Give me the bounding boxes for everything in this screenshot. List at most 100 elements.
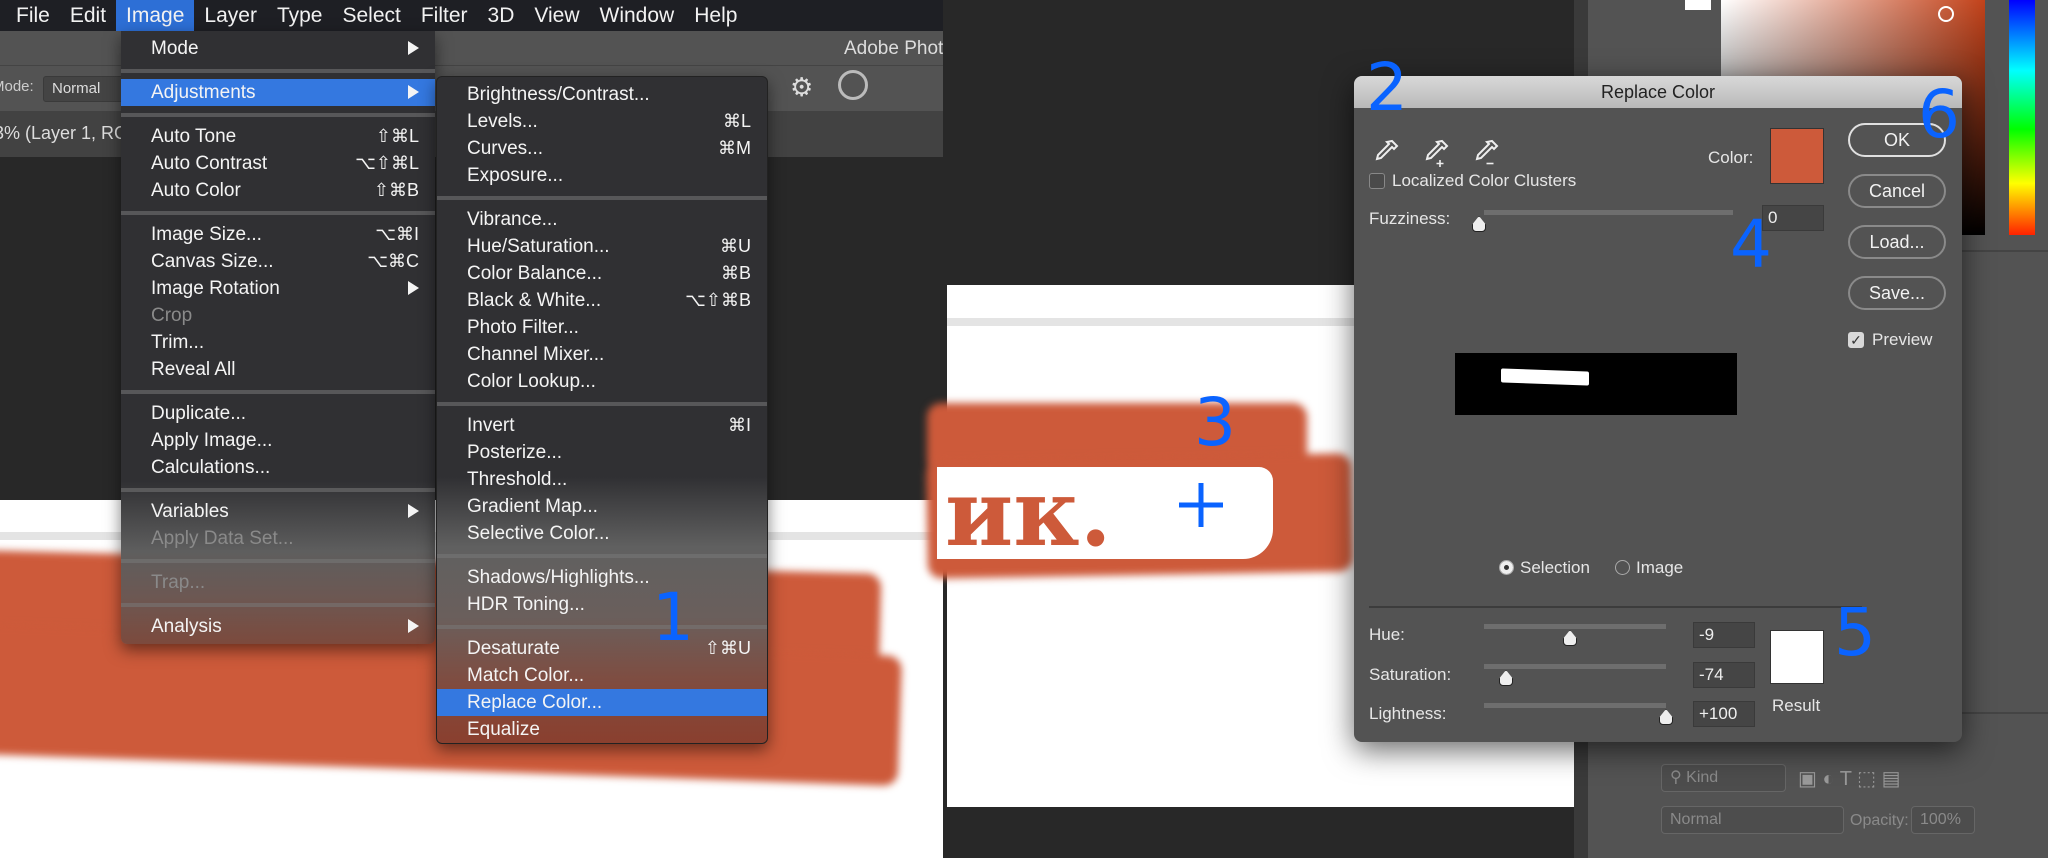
saturation-slider[interactable] bbox=[1484, 664, 1666, 669]
eyedropper-plus-icon[interactable] bbox=[1422, 138, 1450, 168]
lightness-input[interactable]: +100 bbox=[1693, 701, 1755, 727]
lightness-thumb[interactable] bbox=[1659, 709, 1673, 725]
menu-separator bbox=[121, 204, 435, 221]
preview-mask bbox=[1501, 368, 1589, 386]
filter-icons[interactable]: ▣ ◐ T ⬚ ▤ bbox=[1798, 766, 1901, 791]
menu-item-replace-color[interactable]: Replace Color... bbox=[437, 689, 767, 716]
menu-item-variables[interactable]: Variables bbox=[121, 498, 435, 525]
menu-item-exposure[interactable]: Exposure... bbox=[437, 162, 767, 189]
menu-item-posterize[interactable]: Posterize... bbox=[437, 439, 767, 466]
menu-item-label: Image Size... bbox=[151, 224, 262, 245]
menu-item-black-white[interactable]: Black & White... ⌥⇧⌘B bbox=[437, 287, 767, 314]
menu-item-curves[interactable]: Curves... ⌘M bbox=[437, 135, 767, 162]
hue-slider[interactable] bbox=[1484, 624, 1666, 629]
menu-item-equalize[interactable]: Equalize bbox=[437, 716, 767, 743]
fuzziness-thumb[interactable] bbox=[1472, 216, 1486, 232]
menu-item-levels[interactable]: Levels... ⌘L bbox=[437, 108, 767, 135]
foreground-swatch[interactable] bbox=[1685, 0, 1711, 10]
saturation-thumb[interactable] bbox=[1499, 670, 1513, 686]
menu-item-label: Channel Mixer... bbox=[467, 344, 605, 365]
menu-item-auto-color[interactable]: Auto Color ⇧⌘B bbox=[121, 177, 435, 204]
result-swatch[interactable] bbox=[1770, 630, 1824, 684]
localized-clusters-checkbox[interactable] bbox=[1369, 173, 1385, 189]
menu-item-color-balance[interactable]: Color Balance... ⌘B bbox=[437, 260, 767, 287]
hue-input[interactable]: -9 bbox=[1693, 622, 1755, 648]
menu-separator bbox=[437, 547, 767, 564]
menu-item-auto-contrast[interactable]: Auto Contrast ⌥⇧⌘L bbox=[121, 150, 435, 177]
shortcut: ⇧⌘B bbox=[373, 180, 419, 200]
menu-item-label: Trap... bbox=[151, 572, 206, 593]
menu-item-auto-tone[interactable]: Auto Tone ⇧⌘L bbox=[121, 123, 435, 150]
menu-select[interactable]: Select bbox=[332, 0, 410, 31]
hue-thumb[interactable] bbox=[1563, 630, 1577, 646]
shortcut: ⌘U bbox=[720, 236, 751, 256]
menu-item-canvas-size[interactable]: Canvas Size... ⌥⌘C bbox=[121, 248, 435, 275]
eyedropper-minus-icon[interactable] bbox=[1472, 138, 1500, 168]
menu-item-color-lookup[interactable]: Color Lookup... bbox=[437, 368, 767, 395]
menu-item-apply-image[interactable]: Apply Image... bbox=[121, 427, 435, 454]
menu-help[interactable]: Help bbox=[684, 0, 747, 31]
menu-item-invert[interactable]: Invert ⌘I bbox=[437, 412, 767, 439]
menu-type[interactable]: Type bbox=[267, 0, 333, 31]
menu-item-image-size[interactable]: Image Size... ⌥⌘I bbox=[121, 221, 435, 248]
menu-item-hdr-toning[interactable]: HDR Toning... bbox=[437, 591, 767, 618]
menu-item-label: Desaturate bbox=[467, 638, 560, 659]
menu-edit[interactable]: Edit bbox=[60, 0, 116, 31]
menu-window[interactable]: Window bbox=[590, 0, 685, 31]
cancel-button[interactable]: Cancel bbox=[1848, 174, 1946, 208]
load-button[interactable]: Load... bbox=[1848, 225, 1946, 259]
menu-item-label: Analysis bbox=[151, 616, 222, 637]
menu-item-desaturate[interactable]: Desaturate ⇧⌘U bbox=[437, 635, 767, 662]
color-label: Color: bbox=[1708, 148, 1754, 167]
menu-item-reveal-all[interactable]: Reveal All bbox=[121, 356, 435, 383]
opacity-field[interactable]: 100% bbox=[1911, 806, 1975, 834]
menu-image[interactable]: Image bbox=[116, 0, 195, 31]
menu-item-match-color[interactable]: Match Color... bbox=[437, 662, 767, 689]
lightness-slider[interactable] bbox=[1484, 703, 1666, 708]
menu-item-photo-filter[interactable]: Photo Filter... bbox=[437, 314, 767, 341]
radio-image[interactable]: Image bbox=[1615, 558, 1683, 578]
shortcut: ⌥⇧⌘L bbox=[355, 153, 419, 173]
menu-file[interactable]: File bbox=[6, 0, 60, 31]
menu-item-adjustments[interactable]: Adjustments bbox=[121, 79, 435, 106]
menu-item-label: Color Lookup... bbox=[467, 371, 596, 392]
menu-item-label: Threshold... bbox=[467, 469, 568, 490]
menu-separator bbox=[437, 618, 767, 635]
fuzziness-slider[interactable] bbox=[1484, 210, 1733, 215]
kind-filter[interactable]: ⚲ Kind bbox=[1661, 764, 1786, 792]
menu-item-calculations[interactable]: Calculations... bbox=[121, 454, 435, 481]
eyedropper-icon[interactable] bbox=[1372, 138, 1400, 168]
submenu-arrow-icon bbox=[408, 281, 419, 295]
menu-item-vibrance[interactable]: Vibrance... bbox=[437, 206, 767, 233]
menu-item-trim[interactable]: Trim... bbox=[121, 329, 435, 356]
menu-item-brightness-contrast[interactable]: Brightness/Contrast... bbox=[437, 81, 767, 108]
saturation-input[interactable]: -74 bbox=[1693, 662, 1755, 688]
menu-item-image-rotation[interactable]: Image Rotation bbox=[121, 275, 435, 302]
menu-item-shadows-highlights[interactable]: Shadows/Highlights... bbox=[437, 564, 767, 591]
menu-item-hue-saturation[interactable]: Hue/Saturation... ⌘U bbox=[437, 233, 767, 260]
menu-item-label: Gradient Map... bbox=[467, 496, 598, 517]
menu-item-channel-mixer[interactable]: Channel Mixer... bbox=[437, 341, 767, 368]
save-button[interactable]: Save... bbox=[1848, 276, 1946, 310]
menu-filter[interactable]: Filter bbox=[411, 0, 478, 31]
menu-item-selective-color[interactable]: Selective Color... bbox=[437, 520, 767, 547]
menu-item-mode[interactable]: Mode bbox=[121, 35, 435, 62]
preview-checkbox[interactable]: ✓ bbox=[1848, 332, 1864, 348]
color-swatch[interactable] bbox=[1770, 128, 1824, 184]
gear-icon[interactable]: ⚙ bbox=[790, 72, 813, 103]
radio-selection[interactable]: Selection bbox=[1499, 558, 1590, 578]
blend-mode-dropdown[interactable]: Normal bbox=[1661, 806, 1844, 834]
menu-item-duplicate[interactable]: Duplicate... bbox=[121, 400, 435, 427]
menu-3d[interactable]: 3D bbox=[478, 0, 525, 31]
hue-spectrum[interactable] bbox=[2009, 0, 2035, 235]
pressure-icon[interactable] bbox=[838, 70, 868, 100]
menu-item-label: Invert bbox=[467, 415, 515, 436]
menu-item-analysis[interactable]: Analysis bbox=[121, 613, 435, 640]
color-picker-cursor[interactable] bbox=[1938, 6, 1954, 22]
menu-view[interactable]: View bbox=[524, 0, 589, 31]
menu-item-gradient-map[interactable]: Gradient Map... bbox=[437, 493, 767, 520]
menu-item-label: Vibrance... bbox=[467, 209, 558, 230]
menu-layer[interactable]: Layer bbox=[194, 0, 267, 31]
dialog-title: Replace Color bbox=[1354, 76, 1962, 108]
menu-item-threshold[interactable]: Threshold... bbox=[437, 466, 767, 493]
